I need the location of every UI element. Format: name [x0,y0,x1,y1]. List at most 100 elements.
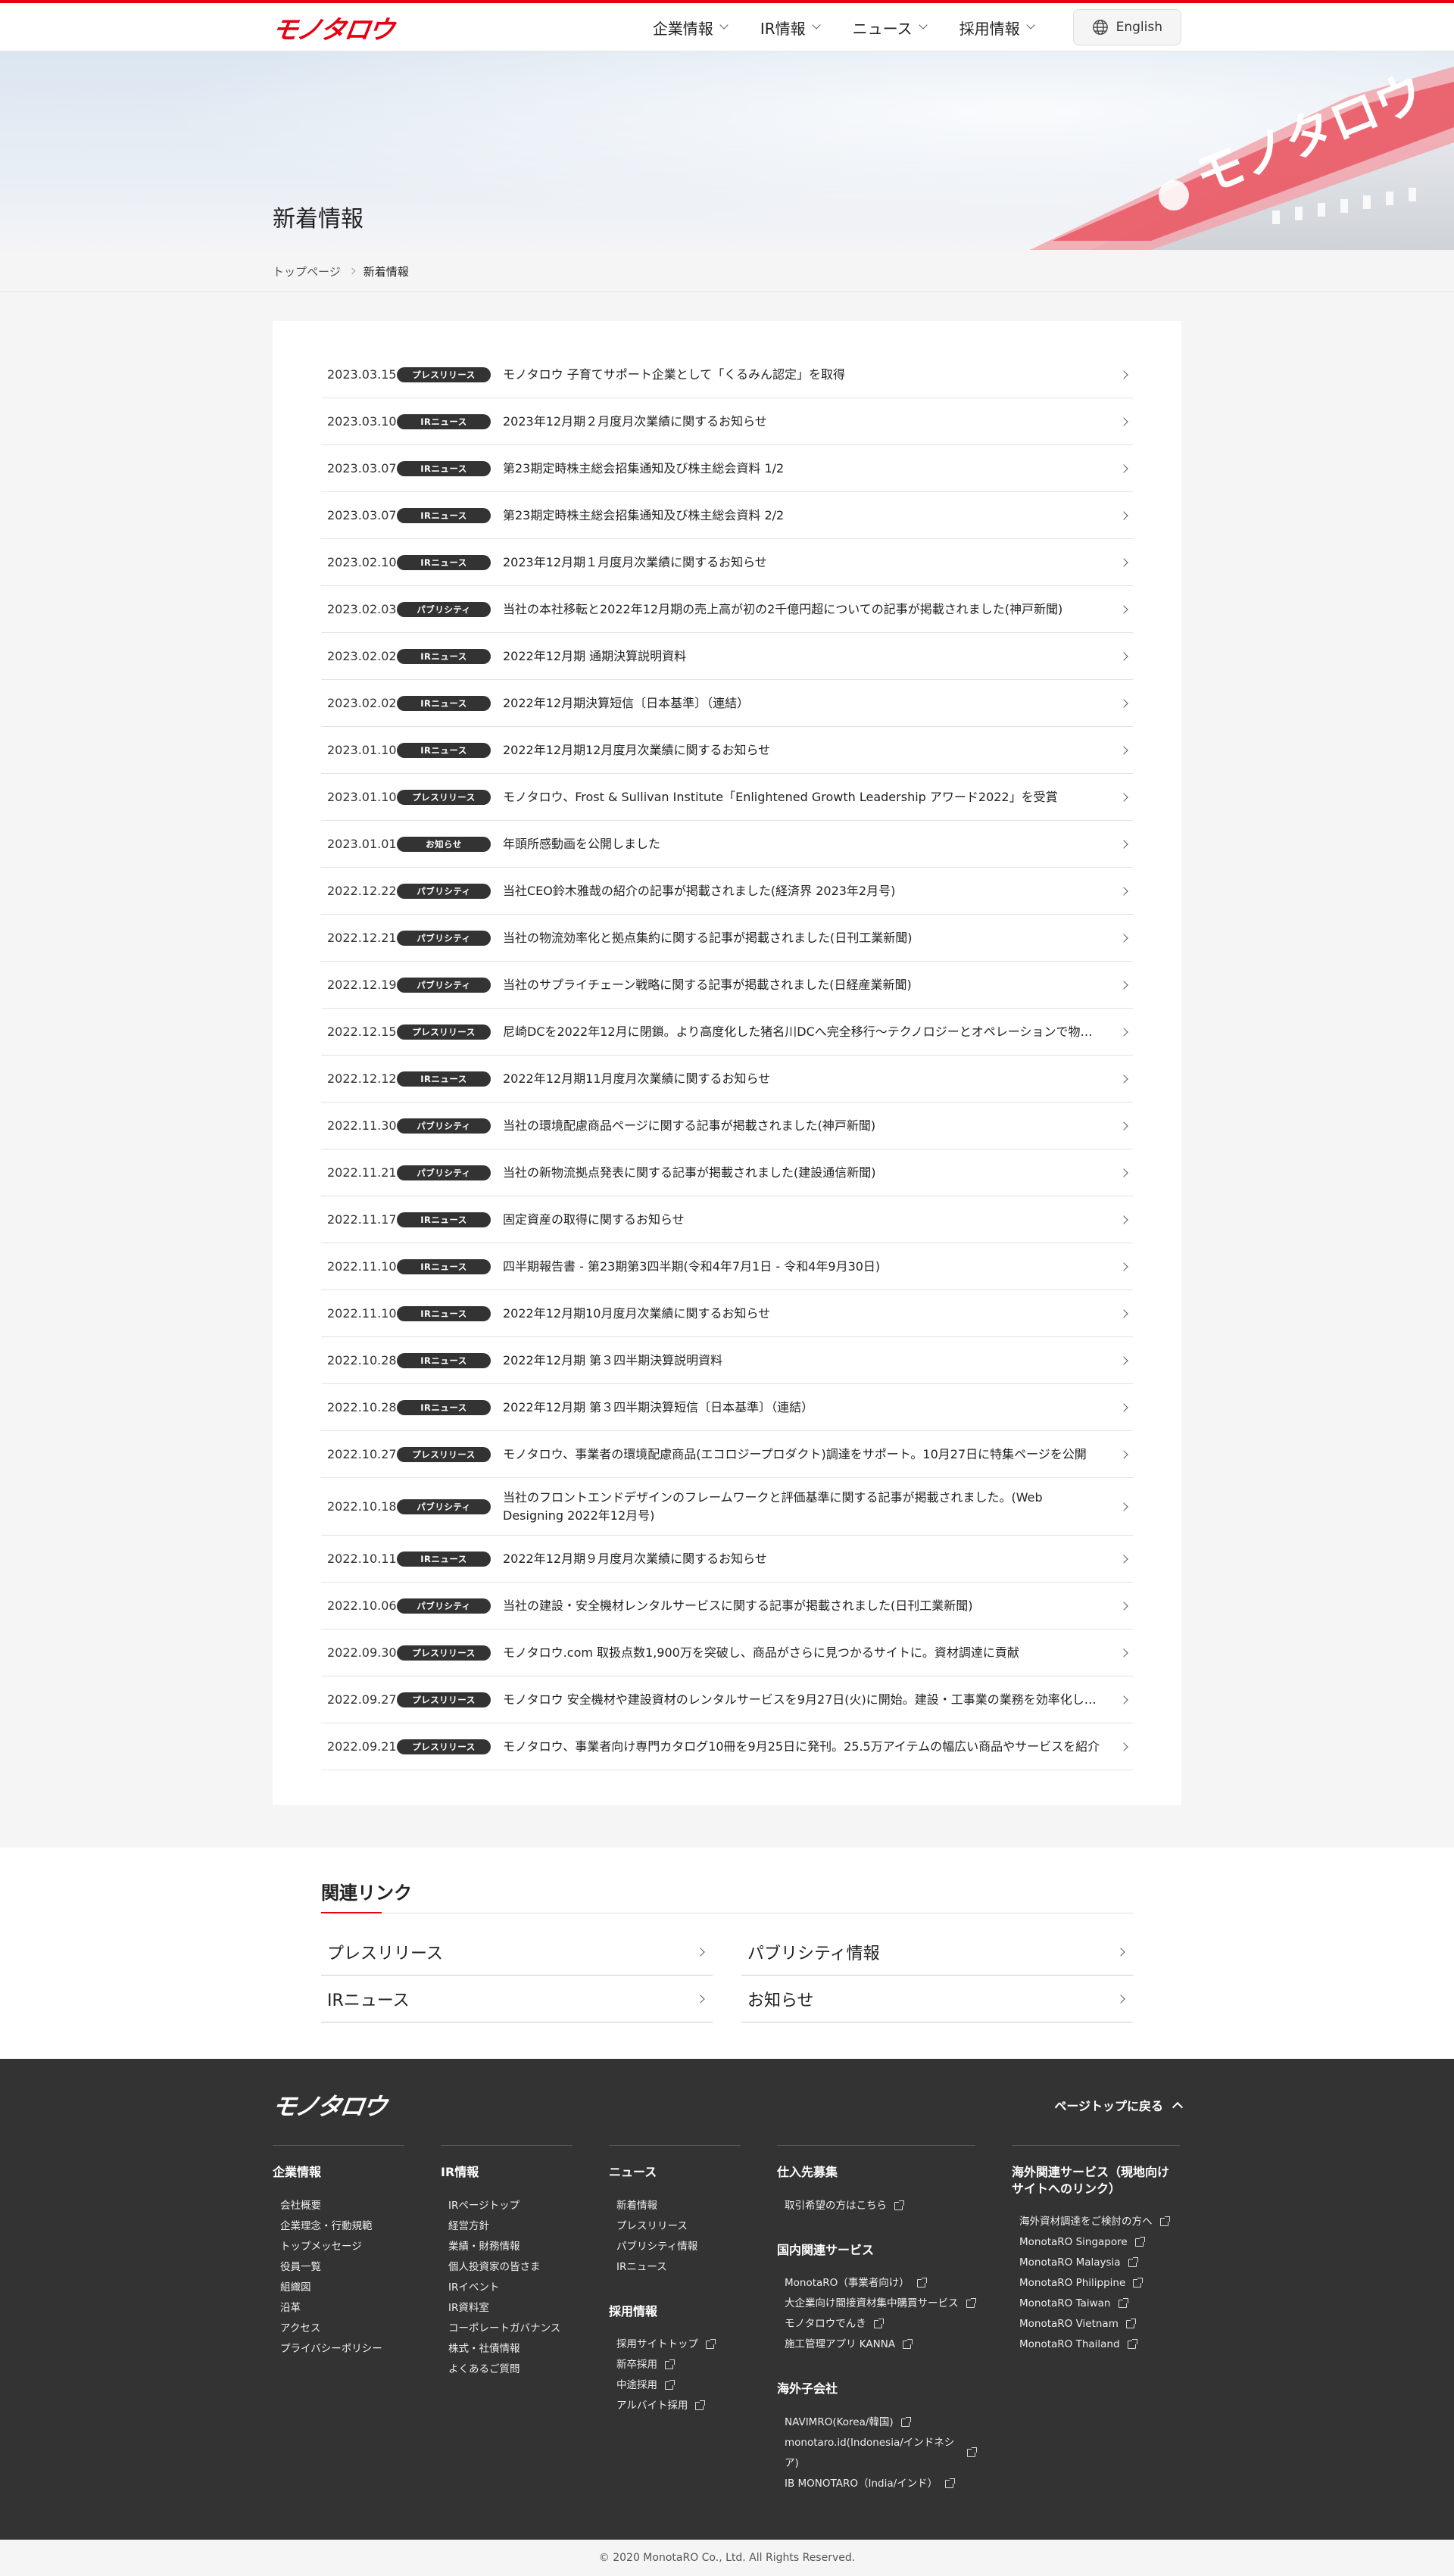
footer-link[interactable]: 施工管理アプリ KANNA [785,2334,975,2355]
english-button[interactable]: English [1072,9,1181,45]
footer-link[interactable]: 会社概要 [280,2196,404,2216]
news-date: 2022.10.18 [327,1499,397,1514]
footer-link[interactable]: MonotaRO Singapore [1019,2232,1180,2253]
news-row[interactable]: 2022.12.15 プレスリリース 尼崎DCを2022年12月に閉鎖。より高度化し… [321,1009,1133,1056]
related-link-ir[interactable]: IRニュース [321,1976,713,2022]
news-row[interactable]: 2023.02.02 IRニュース 2022年12月期決算短信〔日本基準〕（連結） [321,680,1133,727]
nav-ir[interactable]: IR情報 [744,3,836,51]
footer-heading: 国内関連サービス [777,2242,875,2257]
chevron-right-icon [1119,792,1128,802]
site-logo[interactable]: モノタロウ [270,12,395,45]
footer-link-label: 役員一覧 [280,2260,321,2273]
footer-link[interactable]: モノタロウでんき [785,2314,975,2334]
news-row[interactable]: 2022.10.11 IRニュース 2022年12月期９月度月次業績に関するお知らせ [321,1536,1133,1583]
footer-link[interactable]: IB MONOTARO（India/インド） [785,2474,975,2494]
footer-link[interactable]: 採用サイトトップ [616,2334,741,2355]
footer-link[interactable]: 中途採用 [616,2375,741,2396]
news-category-badge: パブリシティ [397,977,491,993]
news-row[interactable]: 2022.11.30 パブリシティ 当社の環境配慮商品ページに関する記事が掲載されま… [321,1102,1133,1149]
footer-link[interactable]: monotaro.id(Indonesia/インドネシア) [785,2433,977,2474]
footer-link[interactable]: アクセス [280,2319,404,2339]
footer-link[interactable]: MonotaRO Taiwan [1019,2294,1180,2314]
globe-icon [1092,20,1108,35]
news-row[interactable]: 2022.12.22 パブリシティ 当社CEO鈴木雅哉の紹介の記事が掲載されました(… [321,868,1133,915]
news-row[interactable]: 2023.03.15 プレスリリース モノタロウ 子育てサポート企業として「くるみん… [321,351,1133,398]
footer-link[interactable]: IRページトップ [448,2196,573,2216]
footer-heading: 企業情報 [273,2165,322,2179]
footer-link[interactable]: 組織図 [280,2278,404,2298]
footer-link[interactable]: IR資料室 [448,2298,573,2319]
news-row[interactable]: 2023.02.10 IRニュース 2023年12月期１月度月次業績に関するお知らせ [321,539,1133,586]
footer-link[interactable]: IRニュース [616,2257,741,2278]
news-category-badge: IRニュース [397,554,491,570]
news-row[interactable]: 2023.03.10 IRニュース 2023年12月期２月度月次業績に関するお知らせ [321,398,1133,445]
nav-recruit[interactable]: 採用情報 [943,3,1050,51]
footer-link[interactable]: アルバイト採用 [616,2396,741,2416]
footer-link[interactable]: 新着情報 [616,2196,741,2216]
footer-link[interactable]: トップメッセージ [280,2237,404,2257]
external-link-icon [1127,2339,1137,2350]
footer-link[interactable]: よくあるご質問 [448,2359,573,2380]
news-row[interactable]: 2023.01.01 お知らせ 年頭所感動画を公開しました [321,821,1133,868]
related-link-notice[interactable]: お知らせ [741,1976,1133,2022]
nav-news[interactable]: ニュース [836,3,943,51]
footer-link[interactable]: MonotaRO（事業者向け） [785,2273,975,2294]
news-row[interactable]: 2022.10.28 IRニュース 2022年12月期 第３四半期決算短信〔日本基準… [321,1384,1133,1431]
footer-link[interactable]: 新卒採用 [616,2355,741,2375]
external-link-icon [695,2400,706,2411]
news-row[interactable]: 2023.01.10 IRニュース 2022年12月期12月度月次業績に関するお知ら… [321,727,1133,774]
footer-link[interactable]: 株式・社債情報 [448,2339,573,2359]
footer-link[interactable]: 沿革 [280,2298,404,2319]
footer-link[interactable]: NAVIMRO(Korea/韓国) [785,2412,975,2433]
footer-link[interactable]: MonotaRO Thailand [1019,2334,1180,2355]
footer-link[interactable]: MonotaRO Vietnam [1019,2314,1180,2334]
news-row[interactable]: 2023.02.03 パブリシティ 当社の本社移転と2022年12月期の売上高が初の… [321,586,1133,633]
footer-link[interactable]: 役員一覧 [280,2257,404,2278]
footer-link[interactable]: 取引希望の方はこちら [785,2196,975,2216]
external-link-icon [665,2380,675,2390]
footer-link[interactable]: 業績・財務情報 [448,2237,573,2257]
related-link-publicity[interactable]: パブリシティ情報 [741,1929,1133,1976]
news-row[interactable]: 2022.11.10 IRニュース 四半期報告書 - 第23期第3四半期(令和4年7… [321,1243,1133,1290]
footer-link[interactable]: 企業理念・行動規範 [280,2216,404,2237]
news-row[interactable]: 2022.11.17 IRニュース 固定資産の取得に関するお知らせ [321,1196,1133,1243]
news-title: モノタロウ、事業者向け専門カタログ10冊を9月25日に発刊。25.5万アイテムの… [503,1739,1100,1754]
news-row[interactable]: 2022.12.12 IRニュース 2022年12月期11月度月次業績に関するお知ら… [321,1056,1133,1102]
news-row[interactable]: 2023.01.10 プレスリリース モノタロウ、Frost & Sullivan … [321,774,1133,821]
chevron-right-icon [1119,933,1128,943]
news-row[interactable]: 2023.03.07 IRニュース 第23期定時株主総会招集通知及び株主総会資料 1… [321,445,1133,492]
news-row[interactable]: 2023.02.02 IRニュース 2022年12月期 通期決算説明資料 [321,633,1133,680]
news-row[interactable]: 2022.10.18 パブリシティ 当社のフロントエンドデザインのフレームワークと評… [321,1478,1133,1536]
news-row[interactable]: 2022.11.21 パブリシティ 当社の新物流拠点発表に関する記事が掲載されました… [321,1149,1133,1196]
nav-corporate[interactable]: 企業情報 [636,3,744,51]
footer-link[interactable]: プレスリリース [616,2216,741,2237]
news-row[interactable]: 2022.09.21 プレスリリース モノタロウ、事業者向け専門カタログ10冊を9月… [321,1723,1133,1770]
news-row[interactable]: 2022.10.28 IRニュース 2022年12月期 第３四半期決算説明資料 [321,1337,1133,1384]
footer-logo[interactable]: モノタロウ [270,2088,388,2122]
news-row[interactable]: 2022.10.27 プレスリリース モノタロウ、事業者の環境配慮商品(エコロジープ… [321,1431,1133,1478]
news-row[interactable]: 2022.09.27 プレスリリース モノタロウ 安全機材や建設資材のレンタルサービ… [321,1676,1133,1723]
footer-link[interactable]: IRイベント [448,2278,573,2298]
footer-link[interactable]: 大企業向け間接資材集中購買サービス [785,2294,976,2314]
footer-link-list: 海外資材調達をご検討の方へ MonotaRO Singapore MonotaRO … [1012,2212,1180,2355]
footer-link[interactable]: 経営方針 [448,2216,573,2237]
news-row[interactable]: 2022.09.30 プレスリリース モノタロウ.com 取扱点数1,900万を突破… [321,1629,1133,1676]
footer-link[interactable]: 海外資材調達をご検討の方へ [1019,2212,1180,2232]
news-row[interactable]: 2022.12.19 パブリシティ 当社のサプライチェーン戦略に関する記事が掲載され… [321,962,1133,1009]
news-row[interactable]: 2022.10.06 パブリシティ 当社の建設・安全機材レンタルサービスに関する記事… [321,1583,1133,1629]
news-category-badge: IRニュース [397,507,491,523]
news-category-badge: IRニュース [397,648,491,664]
footer-link[interactable]: コーポレートガバナンス [448,2319,573,2339]
related-link-press[interactable]: プレスリリース [321,1929,713,1976]
nav-label: IR情報 [760,19,806,38]
news-row[interactable]: 2022.12.21 パブリシティ 当社の物流効率化と拠点集約に関する記事が掲載され… [321,915,1133,962]
news-row[interactable]: 2022.11.10 IRニュース 2022年12月期10月度月次業績に関するお知ら… [321,1290,1133,1337]
news-row[interactable]: 2023.03.07 IRニュース 第23期定時株主総会招集通知及び株主総会資料 2… [321,492,1133,539]
footer-link[interactable]: プライバシーポリシー [280,2339,404,2359]
page-top-button[interactable]: ページトップに戻る [1054,2096,1184,2114]
footer-link[interactable]: MonotaRO Malaysia [1019,2253,1180,2273]
breadcrumb-home[interactable]: トップページ [273,264,341,279]
footer-link[interactable]: パブリシティ情報 [616,2237,741,2257]
footer-link[interactable]: 個人投資家の皆さま [448,2257,573,2278]
footer-link[interactable]: MonotaRO Philippine [1019,2273,1180,2294]
